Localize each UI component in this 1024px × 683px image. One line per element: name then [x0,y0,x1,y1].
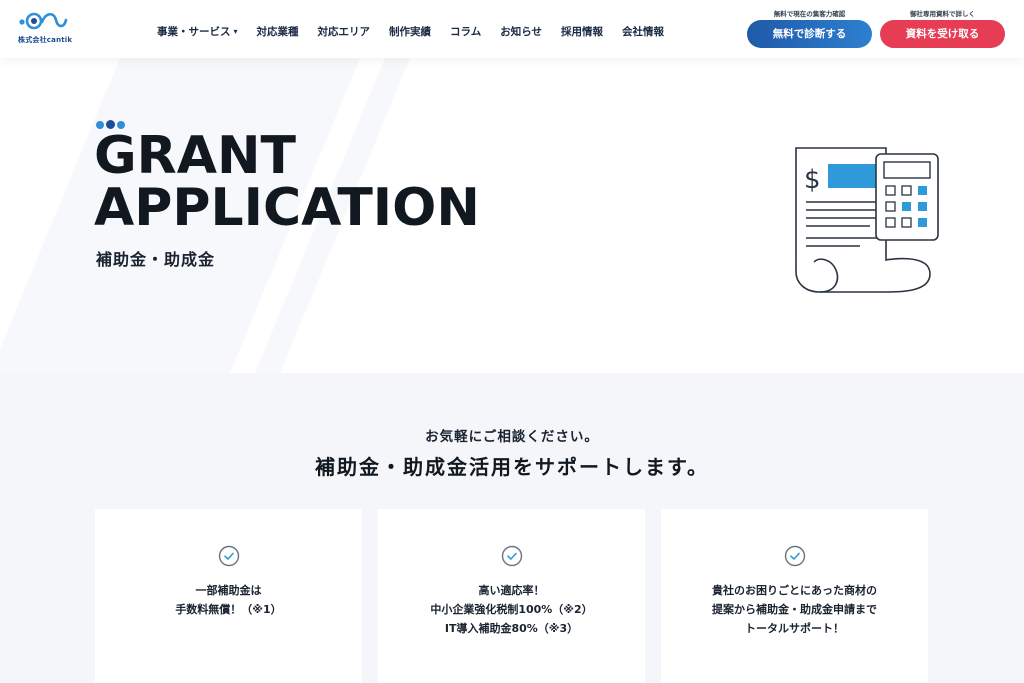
support-lead: お気軽にご相談ください。 [425,429,599,445]
nav-item-label: 事業・サービス [157,26,231,38]
card-line: 手数料無償！（※1） [175,603,282,616]
cta-diagnosis: 無料で現在の集客力確認 無料で診断する [747,9,872,48]
logo-text: 株式会社cantik [18,36,73,44]
support-card-text: 高い適応率！ 中小企業強化税制100%（※2） IT導入補助金80%（※3） [378,581,645,638]
support-card-text: 一部補助金は 手数料無償！（※1） [95,581,362,619]
cta-materials: 御社専用資料で詳しく 資料を受け取る [880,9,1005,48]
nav-item-recruit[interactable]: 採用情報 [561,24,603,39]
company-logo[interactable]: 株式会社cantik [18,8,72,44]
logo-mark-icon [19,12,68,30]
support-heading: 補助金・助成金活用をサポートします。 [315,455,709,479]
card-line: IT導入補助金80%（※3） [444,622,579,635]
card-line: トータルサポート！ [745,622,844,635]
nav-item-label: お知らせ [500,26,542,38]
nav-item-industries[interactable]: 対応業種 [257,24,299,39]
check-circle-icon [218,545,240,567]
nav-item-company[interactable]: 会社情報 [622,24,664,39]
page-title-line2: APPLICATION [94,178,480,238]
nav-item-news[interactable]: お知らせ [500,24,542,39]
nav-item-label: 採用情報 [561,26,603,38]
page-title-line1: GRANT [94,126,296,186]
support-card-fee-free: 一部補助金は 手数料無償！（※1） [95,509,362,683]
nav-item-areas[interactable]: 対応エリア [318,24,371,39]
invoice-calculator-icon: $ [795,147,939,293]
nav-item-label: 対応エリア [317,26,371,38]
nav-item-services[interactable]: 事業・サービス ▾ [157,24,238,39]
card-line: 中小企業強化税制100%（※2） [430,603,593,616]
nav-item-column[interactable]: コラム [450,24,481,39]
page-title: GRANT APPLICATION [94,130,480,234]
card-line: 提案から補助金・助成金申請まで [712,603,877,616]
check-circle-icon [501,545,523,567]
support-section: お気軽にご相談ください。 補助金・助成金活用をサポートします。 一部補助金は 手… [0,373,1024,683]
card-line: 高い適応率！ [478,584,545,597]
free-diagnosis-button[interactable]: 無料で診断する [747,20,872,48]
page-subtitle: 補助金・助成金 [96,250,216,269]
get-materials-button[interactable]: 資料を受け取る [880,20,1005,48]
nav-item-label: 制作実績 [389,26,432,38]
check-circle-icon [784,545,806,567]
svg-text:$: $ [804,165,821,195]
chevron-down-icon: ▾ [233,27,238,36]
nav-item-label: 会社情報 [622,26,664,38]
support-card-text: 貴社のお困りごとにあった商材の 提案から補助金・助成金申請まで トータルサポート… [661,581,928,638]
cta-materials-note: 御社専用資料で詳しく [910,10,975,18]
main-nav: 事業・サービス ▾ 対応業種 対応エリア 制作実績 コラム お知らせ 採用情報 会… [157,24,683,39]
support-card-total-support: 貴社のお困りごとにあった商材の 提案から補助金・助成金申請まで トータルサポート… [661,509,928,683]
hero-section: GRANT APPLICATION 補助金・助成金 $ [0,58,1024,373]
cta-diagnosis-note: 無料で現在の集客力確認 [773,10,846,18]
card-line: 一部補助金は [195,584,262,597]
support-card-high-rate: 高い適応率！ 中小企業強化税制100%（※2） IT導入補助金80%（※3） [378,509,645,683]
nav-item-works[interactable]: 制作実績 [389,24,431,39]
nav-item-label: コラム [450,26,482,38]
support-cards: 一部補助金は 手数料無償！（※1） 高い適応率！ 中小企業強化税制100%（※2… [95,509,944,683]
site-header: 株式会社cantik 事業・サービス ▾ 対応業種 対応エリア 制作実績 コラム … [0,0,1024,58]
card-line: 貴社のお困りごとにあった商材の [712,584,877,597]
nav-item-label: 対応業種 [256,26,299,38]
